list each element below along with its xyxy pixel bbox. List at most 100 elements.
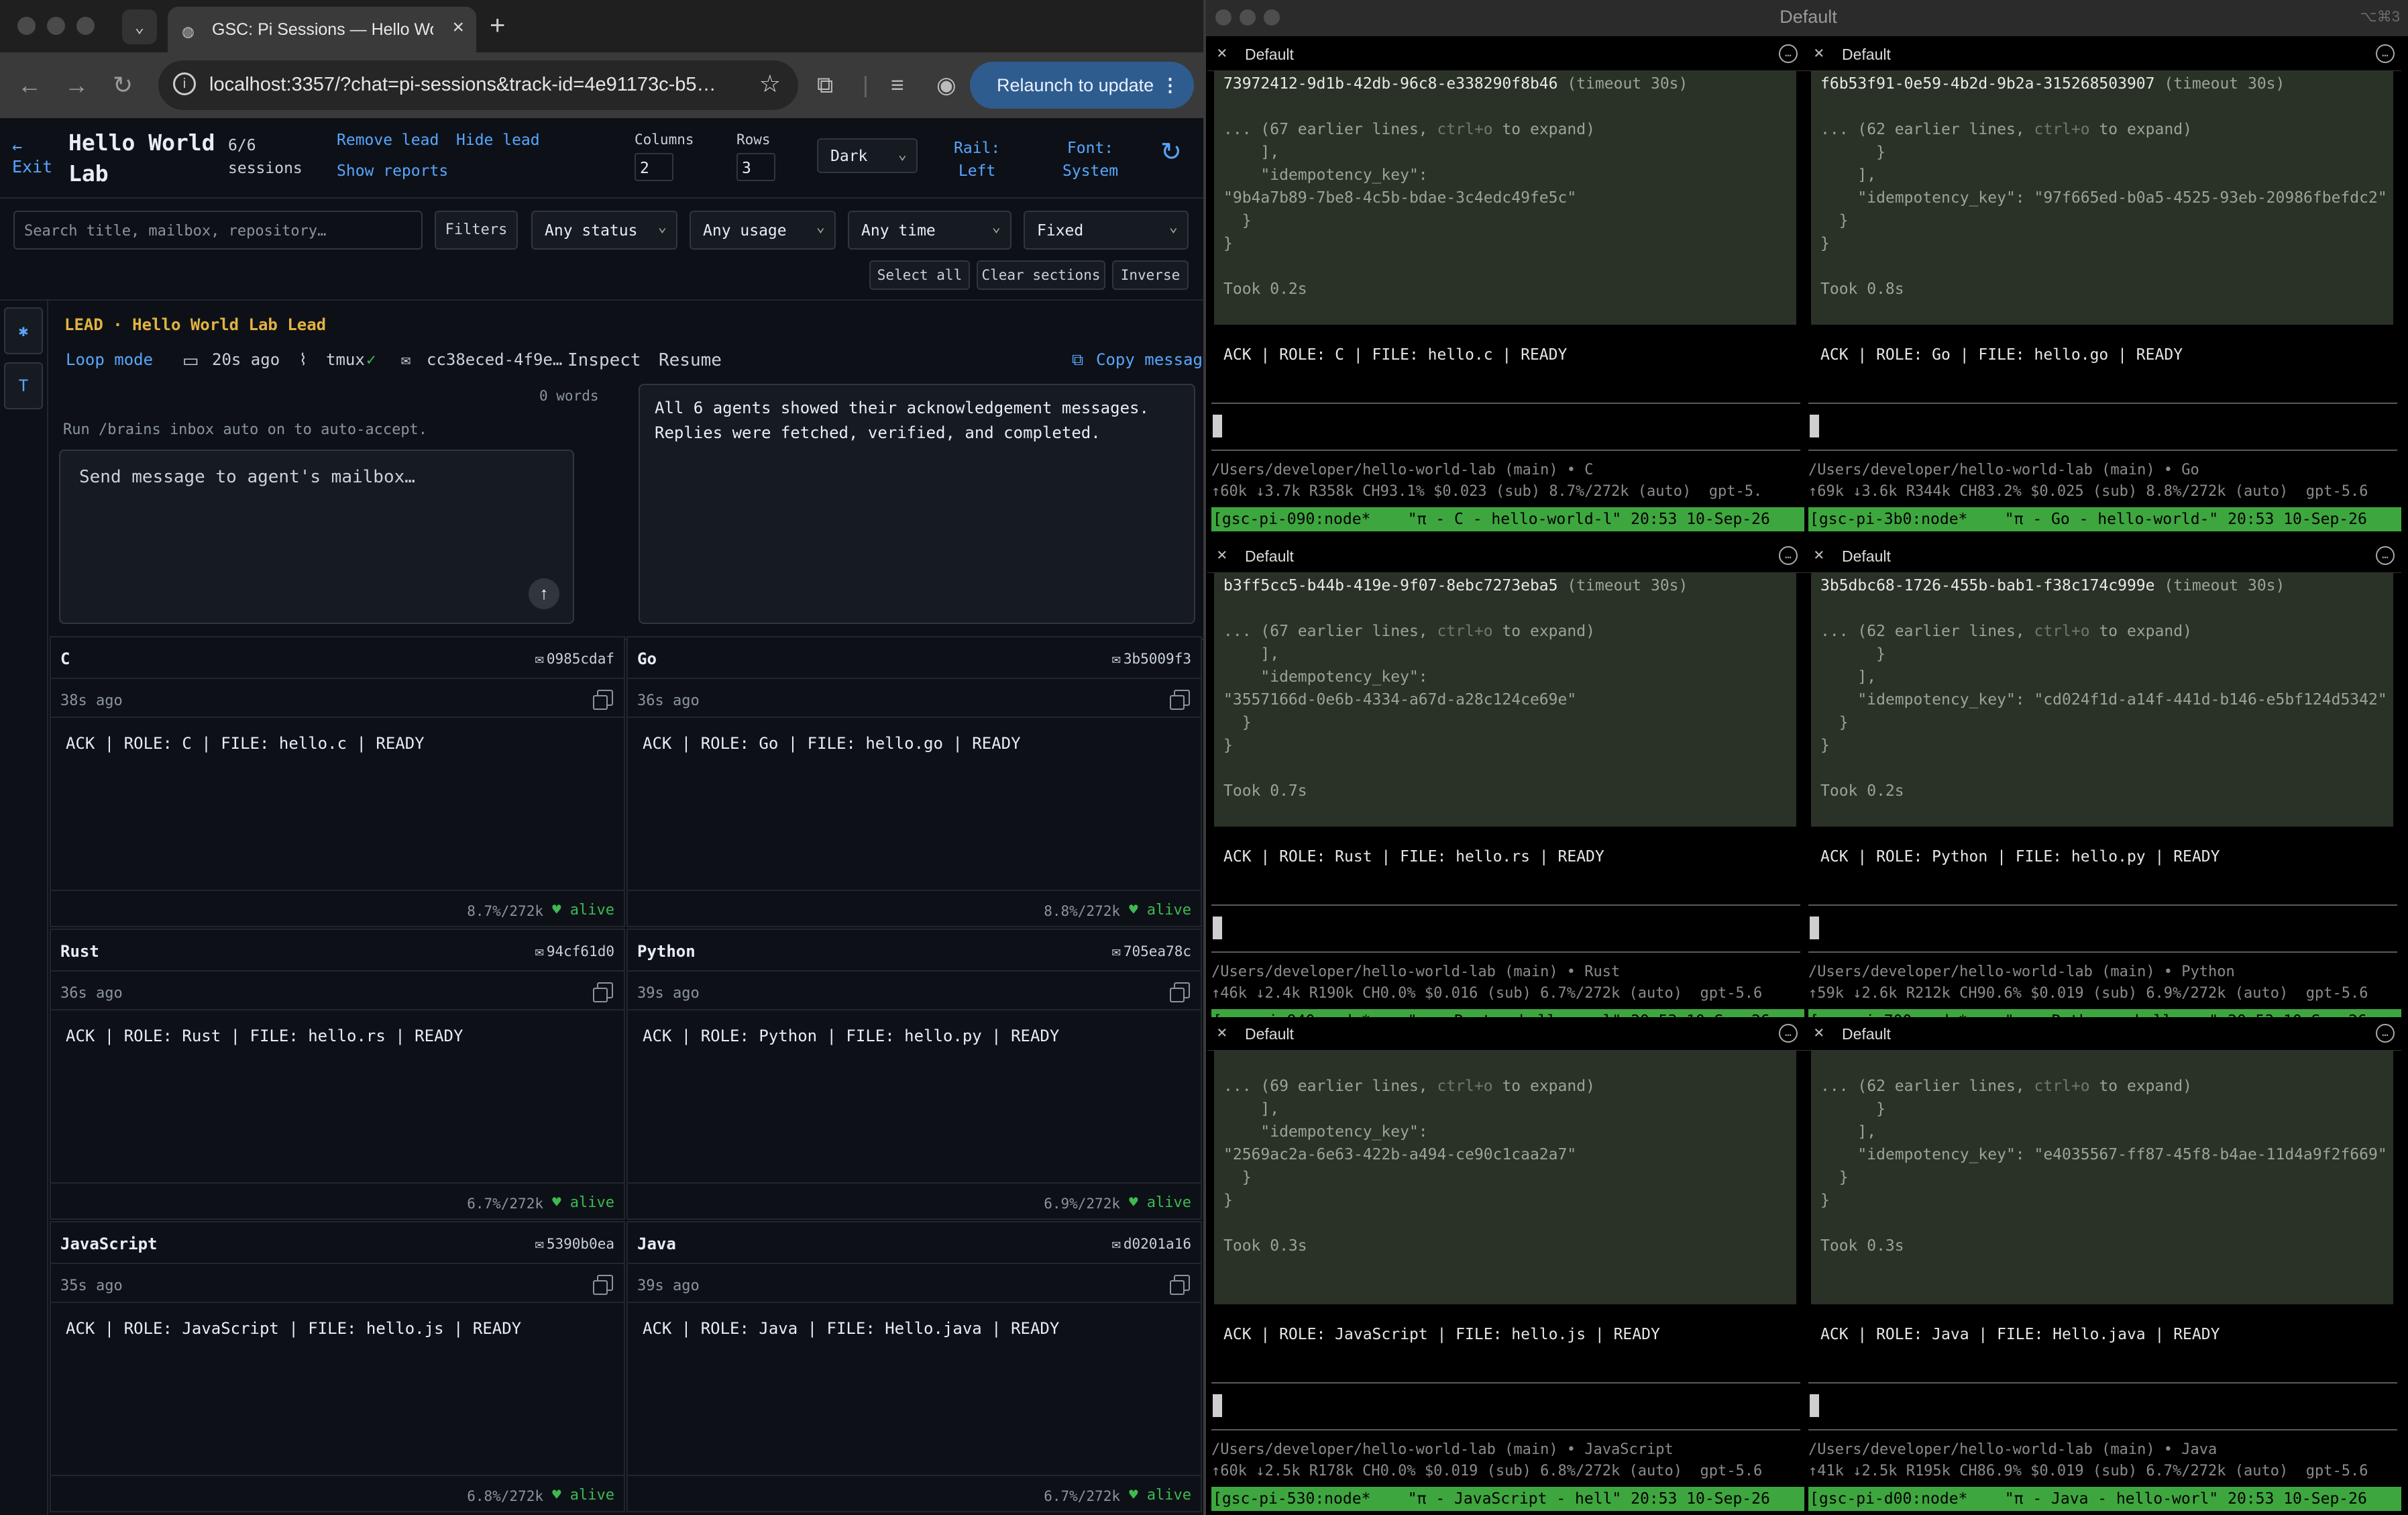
session-card[interactable]: Go ✉ 3b5009f3 36s ago ACK | ROLE: Go | FILE:… [626, 636, 1202, 927]
bookmark-star-icon[interactable]: ☆ [759, 70, 781, 98]
session-card[interactable]: JavaScript ✉ 5390b0ea 35s ago ACK | ROLE: Ja… [50, 1221, 625, 1512]
url-text[interactable]: localhost:3357/?chat=pi-sessions&track-i… [209, 74, 739, 96]
card-mailbox[interactable]: ✉ 5390b0ea [535, 1236, 614, 1253]
forward-arrow-icon[interactable]: → [64, 68, 89, 102]
layout-select[interactable]: Fixed ⌄ [1024, 211, 1189, 250]
rail-t-button[interactable]: T [4, 362, 43, 409]
more-menu-icon[interactable]: ⋮ [1161, 62, 1179, 109]
close-pane-icon[interactable]: × [1217, 1023, 1227, 1043]
pane-menu-icon[interactable]: … [2376, 546, 2395, 565]
card-mailbox[interactable]: ✉ d0201a16 [1112, 1236, 1191, 1253]
card-mailbox[interactable]: ✉ 705ea78c [1112, 943, 1191, 960]
close-window-light[interactable] [17, 17, 36, 35]
session-card[interactable]: Python ✉ 705ea78c 39s ago ACK | ROLE: Python… [626, 929, 1202, 1220]
output-earlier-lines[interactable]: ... (62 earlier lines, ctrl+o to expand) [1820, 1075, 2384, 1098]
session-card[interactable]: C ✉ 0985cdaf 38s ago ACK | ROLE: C | FILE: h… [50, 636, 625, 927]
rows-input[interactable]: 3 [736, 153, 775, 181]
close-pane-icon[interactable]: × [1814, 1023, 1824, 1043]
card-header: Java ✉ d0201a16 [628, 1222, 1201, 1264]
refresh-icon[interactable]: ↻ [1160, 137, 1182, 167]
session-card[interactable]: Rust ✉ 94cf61d0 36s ago ACK | ROLE: Rust | F… [50, 929, 625, 1220]
relaunch-button[interactable]: Relaunch to update ⋮ [970, 62, 1194, 109]
input-cursor[interactable] [1810, 1394, 1819, 1417]
pane-menu-icon[interactable]: … [2376, 44, 2395, 63]
show-reports-link[interactable]: Show reports [337, 162, 448, 180]
address-bar[interactable]: i localhost:3357/?chat=pi-sessions&track… [158, 60, 798, 110]
output-earlier-lines[interactable]: ... (67 earlier lines, ctrl+o to expand) [1223, 118, 1787, 141]
exit-link[interactable]: ← Exit [12, 137, 52, 177]
card-mailbox[interactable]: ✉ 0985cdaf [535, 651, 614, 668]
close-pane-icon[interactable]: × [1814, 43, 1824, 63]
terminal-pane[interactable]: × Default … 73972412-9d1b-42db-96c8-e338290… [1207, 38, 1804, 538]
terminal-pane[interactable]: × Default … ... (62 earlier lines, ctrl+o … [1804, 1017, 2401, 1514]
terminal-pane[interactable]: × Default … b3ff5cc5-b44b-419e-9f07-8ebc727… [1207, 539, 1804, 1040]
input-cursor[interactable] [1810, 415, 1819, 437]
input-cursor[interactable] [1213, 917, 1222, 939]
copy-icon[interactable] [593, 690, 613, 710]
input-cursor[interactable] [1213, 1394, 1222, 1417]
usage-filter-select[interactable]: Any usage ⌄ [690, 211, 836, 250]
back-arrow-icon[interactable]: ← [17, 68, 42, 102]
output-earlier-lines[interactable]: ... (69 earlier lines, ctrl+o to expand) [1223, 1075, 1787, 1098]
terminal-pane[interactable]: × Default … 3b5dbc68-1726-455b-bab1-f38c174… [1804, 539, 2401, 1040]
site-info-icon[interactable]: i [173, 72, 196, 95]
close-pane-icon[interactable]: × [1217, 43, 1227, 63]
send-arrow-icon[interactable]: ↑ [529, 578, 559, 609]
inspect-tab[interactable]: Inspect [567, 350, 641, 370]
zoom-window-light[interactable] [76, 17, 95, 35]
output-earlier-lines[interactable]: ... (67 earlier lines, ctrl+o to expand) [1223, 620, 1787, 643]
rail-toggle[interactable]: Rail: Left [954, 137, 1000, 182]
pane-menu-icon[interactable]: … [1779, 44, 1798, 63]
time-filter-select[interactable]: Any time ⌄ [848, 211, 1011, 250]
output-line: } [1820, 1100, 1885, 1118]
pane-menu-icon[interactable]: … [1779, 546, 1798, 565]
copy-icon[interactable] [1170, 690, 1190, 710]
select-all-button[interactable]: Select all [869, 260, 970, 290]
copy-message-button[interactable]: Copy message [1096, 350, 1203, 369]
inverse-button[interactable]: Inverse [1112, 260, 1189, 290]
profile-avatar-icon[interactable]: ◉ [936, 68, 956, 102]
loop-mode-link[interactable]: Loop mode [66, 350, 153, 369]
search-input[interactable]: Search title, mailbox, repository… [13, 211, 423, 250]
pane-menu-icon[interactable]: … [1779, 1024, 1798, 1043]
media-control-icon[interactable]: ≡ [891, 68, 904, 102]
terminal-pane[interactable]: × Default … f6b53f91-0e59-4b2d-9b2a-3152685… [1804, 38, 2401, 538]
columns-input[interactable]: 2 [635, 153, 673, 181]
clear-sections-button[interactable]: Clear sections [977, 260, 1105, 290]
output-earlier-lines[interactable]: ... (62 earlier lines, ctrl+o to expand) [1820, 118, 2384, 141]
close-pane-icon[interactable]: × [1217, 545, 1227, 565]
copy-icon[interactable]: ⧉ [1072, 350, 1083, 369]
remove-lead-link[interactable]: Remove lead [337, 132, 439, 149]
browser-tab[interactable]: ◍ GSC: Pi Sessions — Hello Wo × [168, 7, 476, 52]
copy-icon[interactable] [1170, 1275, 1190, 1295]
copy-icon[interactable] [593, 982, 613, 1002]
lead-mailbox-id[interactable]: cc38eced-4f9e… [427, 350, 562, 369]
input-cursor[interactable] [1213, 415, 1222, 437]
rail-star-button[interactable]: ✱ [4, 307, 43, 354]
font-toggle[interactable]: Font: System [1062, 137, 1118, 182]
copy-icon[interactable] [593, 1275, 613, 1295]
close-pane-icon[interactable]: × [1814, 545, 1824, 565]
theme-select[interactable]: Dark ⌄ [817, 138, 918, 173]
output-earlier-lines[interactable]: ... (62 earlier lines, ctrl+o to expand) [1820, 620, 2384, 643]
extensions-icon[interactable]: ⧉ [817, 68, 833, 102]
pane-menu-icon[interactable]: … [2376, 1024, 2395, 1043]
card-mailbox[interactable]: ✉ 94cf61d0 [535, 943, 614, 960]
terminal-pane[interactable]: × Default … ... (69 earlier lines, ctrl+o … [1207, 1017, 1804, 1514]
status-filter-select[interactable]: Any status ⌄ [531, 211, 677, 250]
input-cursor[interactable] [1810, 917, 1819, 939]
minimize-window-light[interactable] [47, 17, 65, 35]
output-line: } [1820, 714, 1849, 731]
message-composer[interactable]: Send message to agent's mailbox… ↑ [59, 450, 574, 624]
new-tab-plus-icon[interactable]: + [490, 9, 505, 42]
close-tab-icon[interactable]: × [452, 16, 464, 39]
session-card[interactable]: Java ✉ d0201a16 39s ago ACK | ROLE: Java | F… [626, 1221, 1202, 1512]
card-mailbox[interactable]: ✉ 3b5009f3 [1112, 651, 1191, 668]
filters-button[interactable]: Filters [435, 211, 518, 250]
reload-icon[interactable]: ↻ [113, 68, 133, 102]
resume-tab[interactable]: Resume [659, 350, 722, 370]
tab-search-chevron-icon[interactable]: ⌄ [122, 9, 157, 44]
copy-icon[interactable] [1170, 982, 1190, 1002]
globe-icon: ◍ [182, 20, 194, 42]
hide-lead-link[interactable]: Hide lead [456, 132, 540, 149]
